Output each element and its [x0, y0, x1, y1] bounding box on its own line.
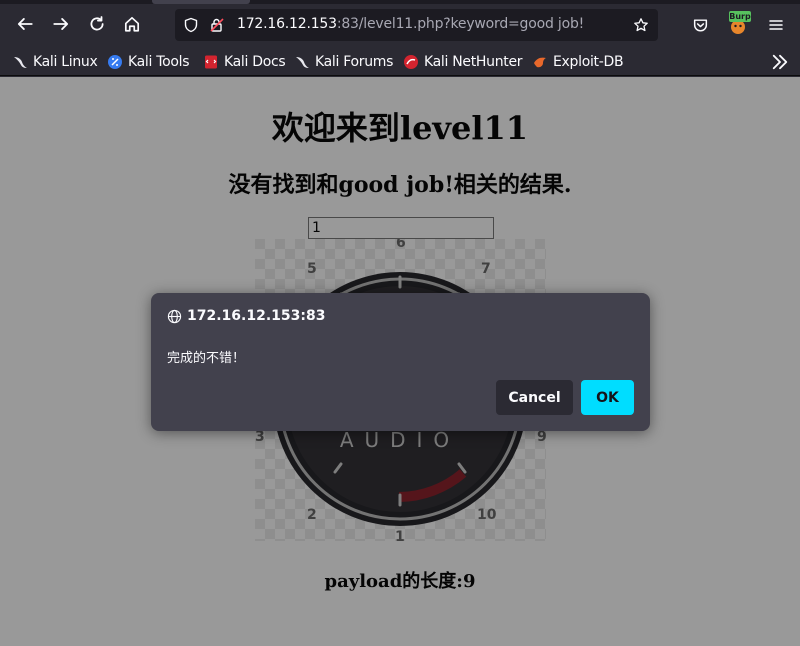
url-text[interactable]: 172.16.12.153:83/level11.php?keyword=goo… [237, 16, 584, 32]
kali-tools-icon [108, 55, 122, 69]
menu-icon[interactable] [761, 10, 791, 40]
dialog-origin: 172.16.12.153:83 [167, 308, 325, 324]
dialog-message: 完成的不错！ [167, 351, 246, 366]
address-bar[interactable]: 172.16.12.153:83/level11.php?keyword=goo… [175, 9, 658, 41]
bookmark-kali-docs[interactable]: Kali Docs [203, 52, 286, 72]
url-path: :83/level11.php?keyword=good job! [336, 16, 585, 32]
reload-icon[interactable] [82, 9, 112, 39]
insecure-lock-icon[interactable] [209, 17, 225, 33]
bookmark-label: Kali Docs [224, 54, 286, 70]
dialog-origin-text: 172.16.12.153:83 [187, 308, 326, 324]
bookmark-star-icon[interactable] [633, 17, 649, 33]
bookmark-label: Kali NetHunter [424, 54, 523, 70]
tracking-protection-icon[interactable] [183, 17, 199, 33]
ok-button[interactable]: OK [581, 380, 634, 415]
bookmark-label: Kali Linux [33, 54, 98, 70]
home-icon[interactable] [117, 9, 147, 39]
kali-forums-icon [296, 57, 309, 68]
burp-badge: Burp [729, 11, 751, 22]
forward-icon[interactable] [46, 9, 76, 39]
navigation-toolbar: 172.16.12.153:83/level11.php?keyword=goo… [0, 4, 800, 46]
bookmark-label: Kali Forums [315, 54, 394, 70]
bookmark-kali-nethunter[interactable]: Kali NetHunter [403, 52, 523, 72]
bookmark-label: Exploit-DB [553, 54, 624, 70]
bookmark-kali-forums[interactable]: Kali Forums [294, 52, 393, 72]
exploit-db-icon [534, 57, 546, 68]
browser-window: 172.16.12.153:83/level11.php?keyword=goo… [0, 0, 800, 646]
alert-dialog: 172.16.12.153:83 完成的不错！ Cancel OK [151, 293, 650, 431]
back-icon[interactable] [10, 9, 40, 39]
kali-dragon-icon [14, 57, 27, 68]
pocket-icon[interactable] [685, 10, 715, 40]
globe-icon [167, 309, 182, 323]
nethunter-icon [404, 55, 418, 69]
bookmarks-toolbar: Kali Linux Kali Tools Kali Docs Kali For… [0, 46, 800, 76]
cancel-button[interactable]: Cancel [496, 380, 573, 415]
kali-docs-icon [205, 55, 217, 69]
bookmark-exploit-db[interactable]: Exploit-DB [532, 52, 624, 72]
bookmark-label: Kali Tools [128, 54, 190, 70]
bookmark-kali-linux[interactable]: Kali Linux [12, 52, 98, 72]
url-host: 172.16.12.153 [237, 16, 337, 32]
chevron-double-right-icon[interactable] [770, 52, 790, 72]
bookmark-kali-tools[interactable]: Kali Tools [107, 52, 190, 72]
